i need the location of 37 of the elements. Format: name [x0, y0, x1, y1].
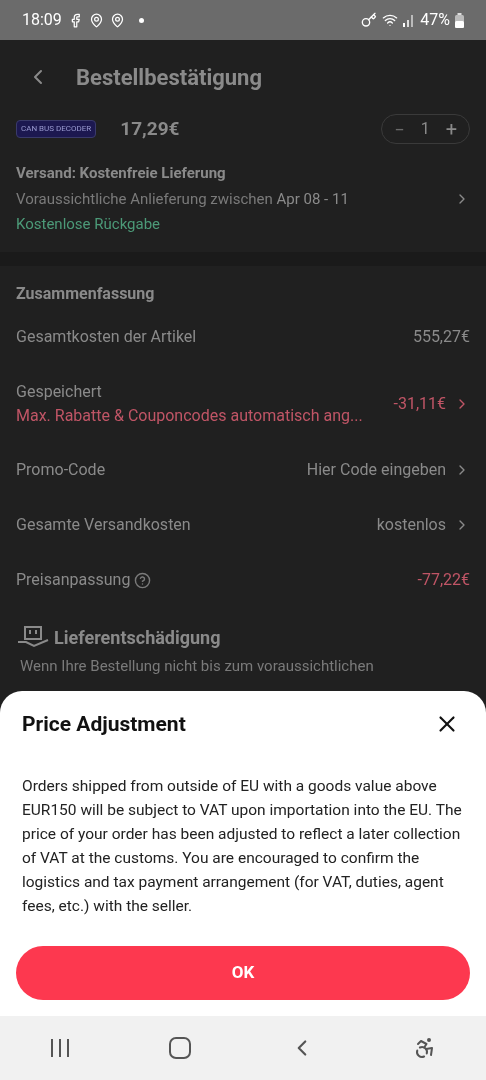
pin-icon [109, 12, 125, 28]
row-label: Gespeichert [16, 380, 103, 403]
pin-icon [88, 12, 104, 28]
help-icon[interactable] [134, 571, 152, 589]
minus-button[interactable]: − [394, 115, 405, 143]
product-label: CAN BUS DECODER [21, 123, 92, 135]
row-label: Gesamtkosten der Artikel [16, 326, 197, 348]
shipping-title: Versand: Kostenfreie Lieferung [16, 163, 227, 184]
battery-icon [455, 12, 464, 28]
compensation-title: Lieferentschädigung [54, 625, 221, 650]
battery-percent: 47% [420, 9, 450, 31]
plus-button[interactable]: + [445, 114, 457, 144]
ok-button[interactable]: OK [16, 946, 470, 1000]
key-icon [361, 12, 378, 28]
page-title: Bestellbestätigung [76, 63, 263, 92]
compensation-text: Wenn Ihre Bestellung nicht bis zum voraussichtlichen [19, 655, 375, 677]
saved-amount[interactable]: -31,11€ [393, 391, 446, 416]
row-label: Gesamte Versandkosten [16, 514, 191, 536]
row-value: 555,27€ [412, 326, 470, 348]
sheet-body: Orders shipped from outside of EU with a goods value above EUR150 will be subject to VAT upon importation into the EU. The price of your order has been adjusted to reflect a later collection of VAT at the customs. You are encouraged to confirm the logistics and tax payment arrangement (for VAT, duties, agent fees, etc.) with the seller. [21, 776, 463, 917]
product-price: 17,29€ [120, 115, 180, 142]
row-value: -77,22€ [417, 569, 470, 591]
returns-note: Kostenlose Rückgabe [16, 214, 162, 235]
signal-icon [403, 13, 416, 27]
summary-title: Zusammenfassung [16, 282, 156, 305]
status-time: 18:09 [22, 9, 62, 31]
sheet-title: Price Adjustment [22, 710, 186, 738]
row-link[interactable]: Hier Code eingeben [306, 458, 446, 482]
home-icon[interactable] [169, 1037, 191, 1059]
wifi-icon [382, 12, 399, 28]
recent-apps-icon[interactable] [49, 1038, 71, 1058]
row-link[interactable]: kostenlos [376, 513, 446, 537]
row-label: Preisanpassung [16, 569, 131, 591]
row-label: Promo-Code [16, 459, 106, 481]
quantity-value: 1 [420, 118, 430, 140]
delivery-row[interactable]: Voraussichtliche Anlieferung zwischen Apr 08 - 11 [16, 187, 349, 210]
discount-note: Max. Rabatte & Couponcodes automatisch ang... [16, 404, 363, 427]
